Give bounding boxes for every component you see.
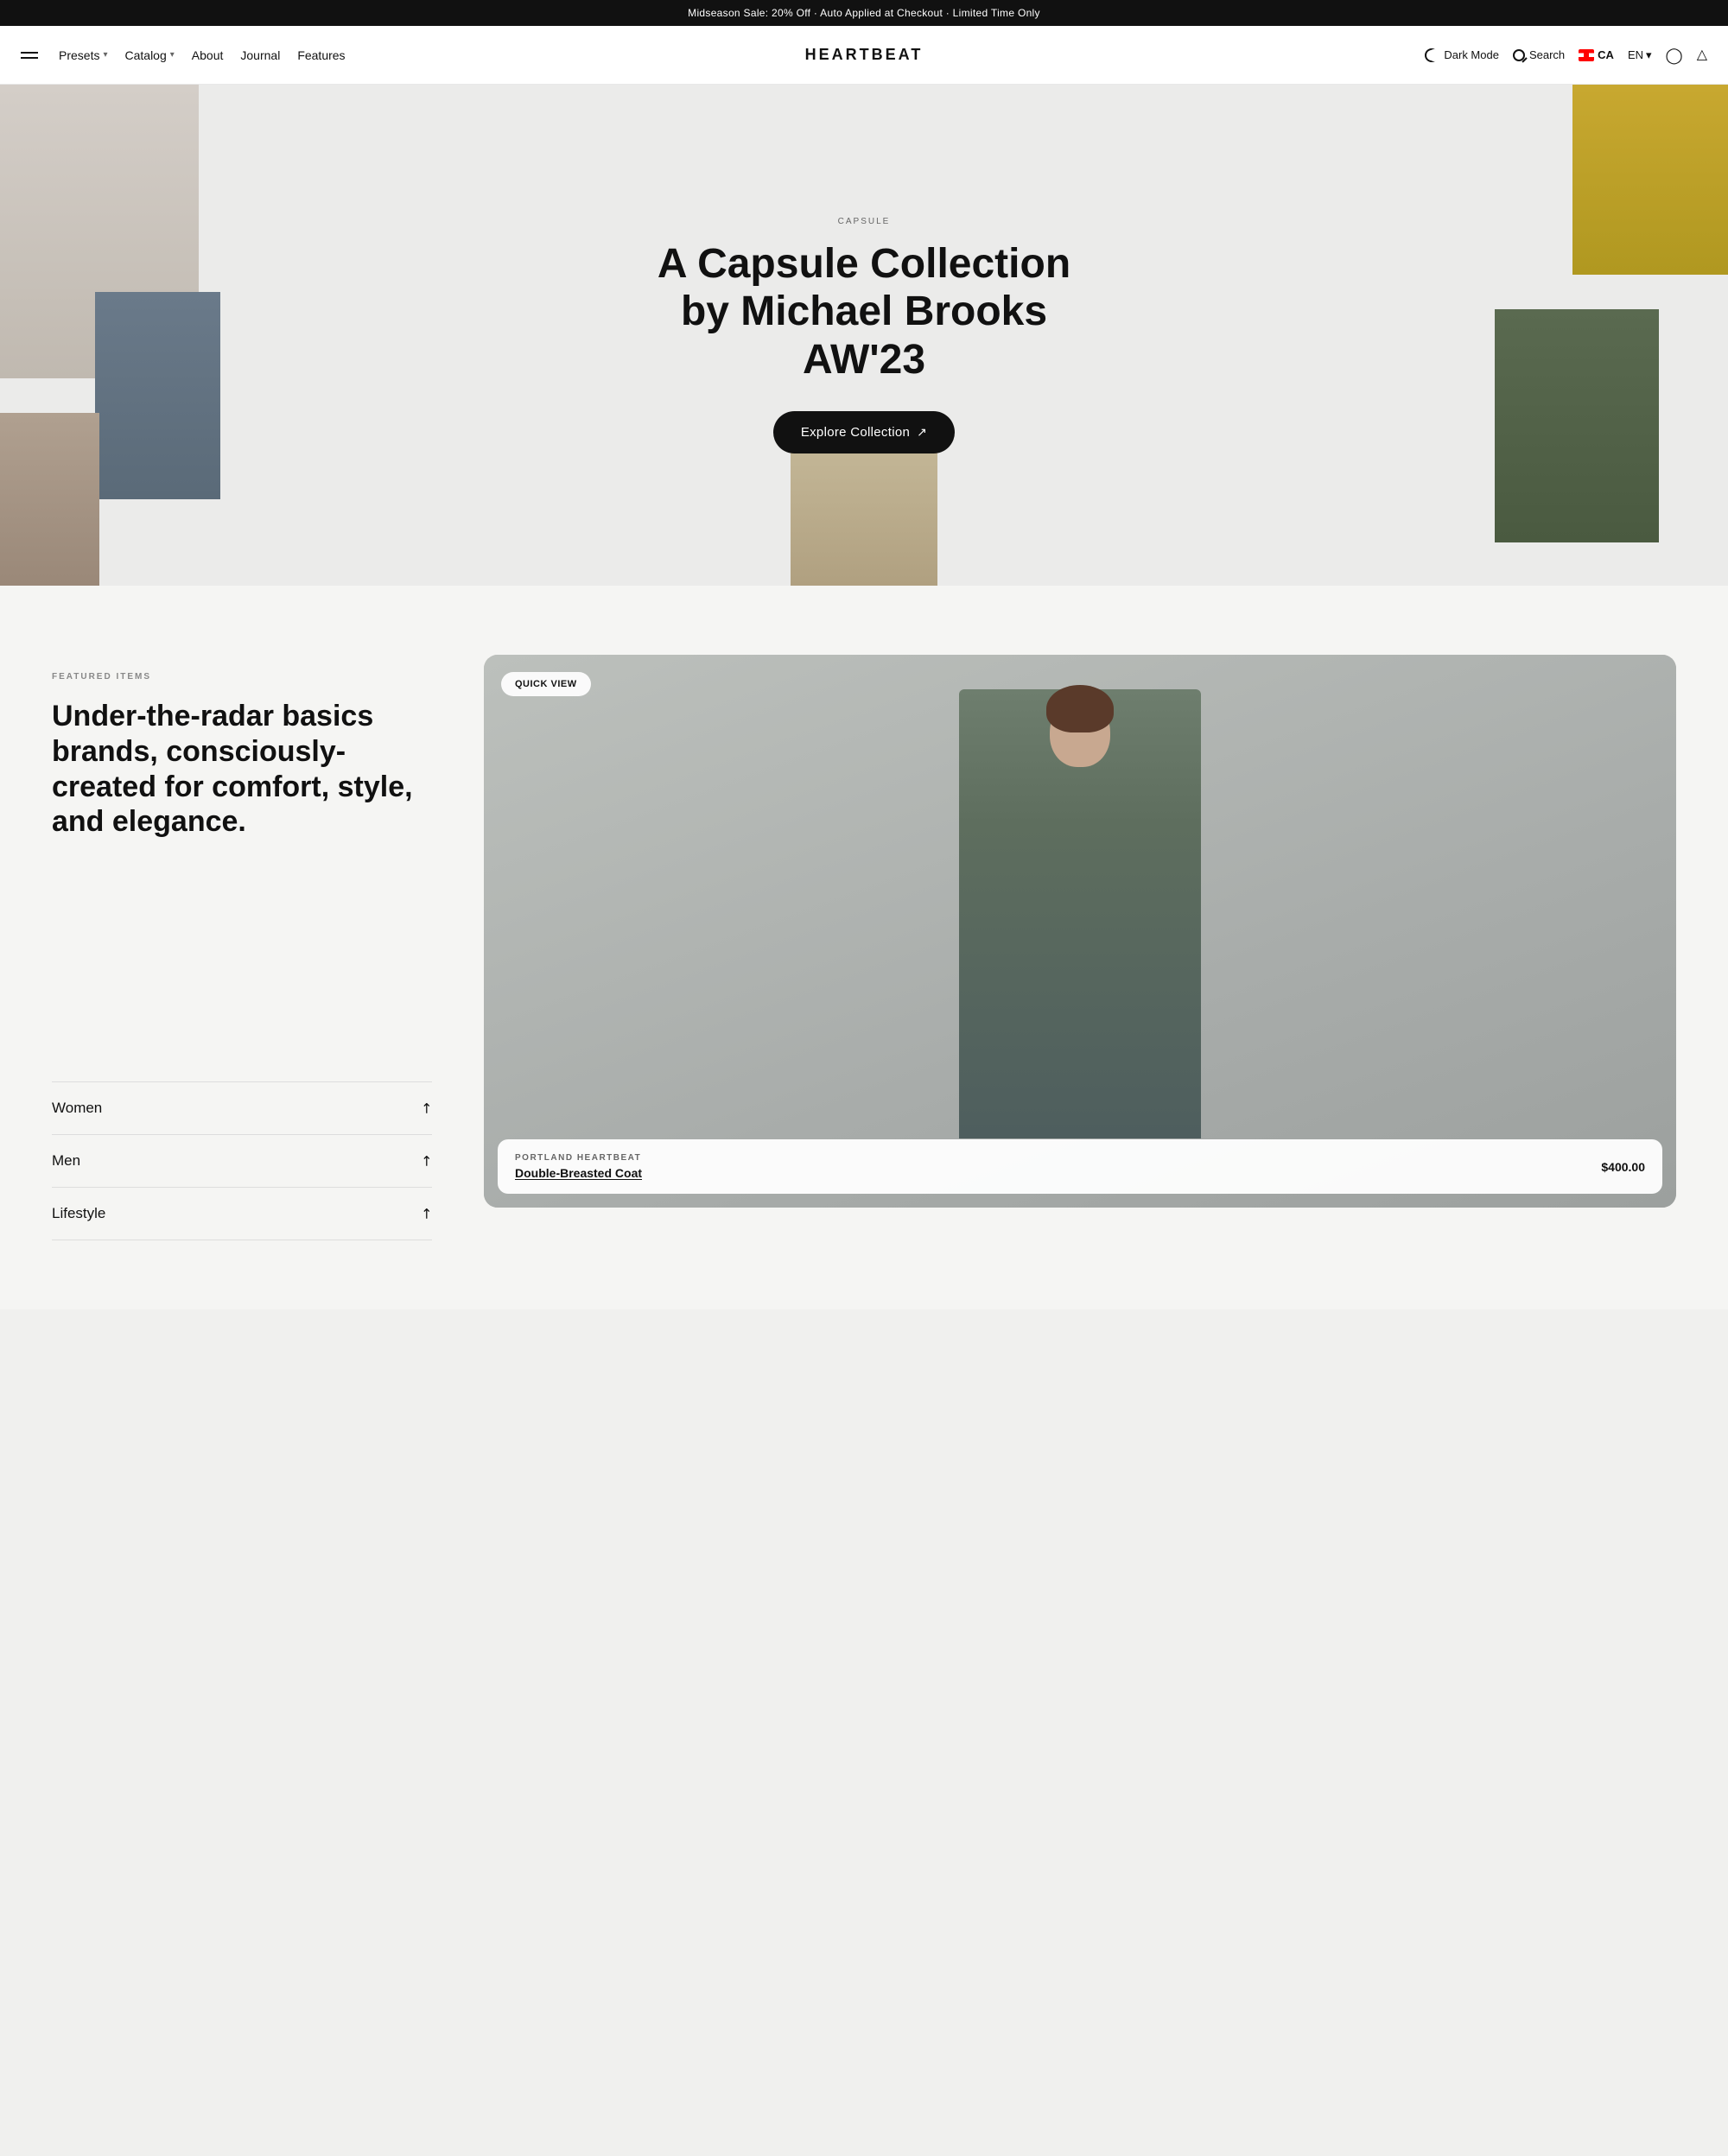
explore-arrow-icon: ↗	[917, 425, 927, 440]
search-button[interactable]: Search	[1513, 48, 1565, 61]
featured-product-card: QUICK VIEW PORTLAND HEARTBEAT Double-Bre…	[484, 655, 1676, 1208]
hero-section: CAPSULE A Capsule Collection by Michael …	[0, 85, 1728, 586]
category-men-label: Men	[52, 1152, 80, 1170]
moon-icon	[1425, 48, 1439, 62]
product-brand: PORTLAND HEARTBEAT	[515, 1153, 642, 1163]
country-selector[interactable]: CA	[1579, 48, 1614, 61]
nav-features[interactable]: Features	[297, 48, 345, 62]
canada-flag-icon	[1579, 49, 1594, 61]
catalog-chevron-icon: ▾	[170, 50, 175, 60]
category-item-women[interactable]: Women ↗	[52, 1082, 432, 1135]
dark-mode-button[interactable]: Dark Mode	[1425, 48, 1499, 62]
nav-about[interactable]: About	[192, 48, 224, 62]
presets-chevron-icon: ▾	[103, 50, 107, 60]
category-women-label: Women	[52, 1100, 102, 1117]
product-card: QUICK VIEW PORTLAND HEARTBEAT Double-Bre…	[484, 655, 1676, 1208]
category-item-men[interactable]: Men ↗	[52, 1135, 432, 1188]
lang-chevron-icon: ▾	[1646, 48, 1652, 62]
hero-image-man-dark	[95, 292, 220, 499]
hero-label: CAPSULE	[648, 217, 1080, 226]
featured-title: Under-the-radar basics brands, conscious…	[52, 699, 432, 840]
account-icon[interactable]: ◯	[1666, 48, 1683, 63]
product-details: PORTLAND HEARTBEAT Double-Breasted Coat	[515, 1153, 642, 1180]
product-name[interactable]: Double-Breasted Coat	[515, 1166, 642, 1180]
announcement-bar: Midseason Sale: 20% Off · Auto Applied a…	[0, 0, 1728, 26]
category-list: Women ↗ Men ↗ Lifestyle ↗	[52, 1081, 432, 1240]
hero-image-woman-stripes	[0, 85, 199, 378]
women-arrow-icon: ↗	[416, 1098, 436, 1119]
featured-left-panel: FEATURED ITEMS Under-the-radar basics br…	[52, 655, 432, 1240]
hero-image-green-jacket	[1495, 309, 1659, 542]
hero-image-man-beanie	[1572, 85, 1728, 275]
language-selector[interactable]: EN ▾	[1628, 48, 1652, 62]
hero-content: CAPSULE A Capsule Collection by Michael …	[648, 217, 1080, 453]
product-price: $400.00	[1601, 1160, 1645, 1174]
nav-catalog[interactable]: Catalog ▾	[125, 48, 175, 62]
category-lifestyle-label: Lifestyle	[52, 1205, 105, 1222]
explore-collection-button[interactable]: Explore Collection ↗	[773, 411, 955, 453]
header-left: Presets ▾ Catalog ▾ About Journal Featur…	[21, 48, 346, 62]
site-logo[interactable]: HEARTBEAT	[805, 46, 924, 64]
lifestyle-arrow-icon: ↗	[416, 1203, 436, 1224]
header-right: Dark Mode Search CA EN ▾ ◯ △	[1425, 48, 1707, 63]
men-arrow-icon: ↗	[416, 1151, 436, 1171]
quick-view-button[interactable]: QUICK VIEW	[501, 672, 591, 696]
featured-section: FEATURED ITEMS Under-the-radar basics br…	[0, 586, 1728, 1309]
product-info-bar: PORTLAND HEARTBEAT Double-Breasted Coat …	[498, 1139, 1662, 1194]
product-image	[484, 655, 1676, 1208]
hamburger-menu-icon[interactable]	[21, 52, 38, 59]
search-icon	[1513, 49, 1525, 61]
featured-label: FEATURED ITEMS	[52, 672, 432, 682]
announcement-text: Midseason Sale: 20% Off · Auto Applied a…	[688, 7, 1040, 19]
hero-title: A Capsule Collection by Michael Brooks A…	[648, 240, 1080, 384]
category-item-lifestyle[interactable]: Lifestyle ↗	[52, 1188, 432, 1240]
main-nav: Presets ▾ Catalog ▾ About Journal Featur…	[59, 48, 346, 62]
nav-presets[interactable]: Presets ▾	[59, 48, 108, 62]
cart-icon[interactable]: △	[1697, 48, 1707, 62]
header: Presets ▾ Catalog ▾ About Journal Featur…	[0, 26, 1728, 85]
nav-journal[interactable]: Journal	[240, 48, 280, 62]
hero-image-closeup-warm	[0, 413, 99, 586]
